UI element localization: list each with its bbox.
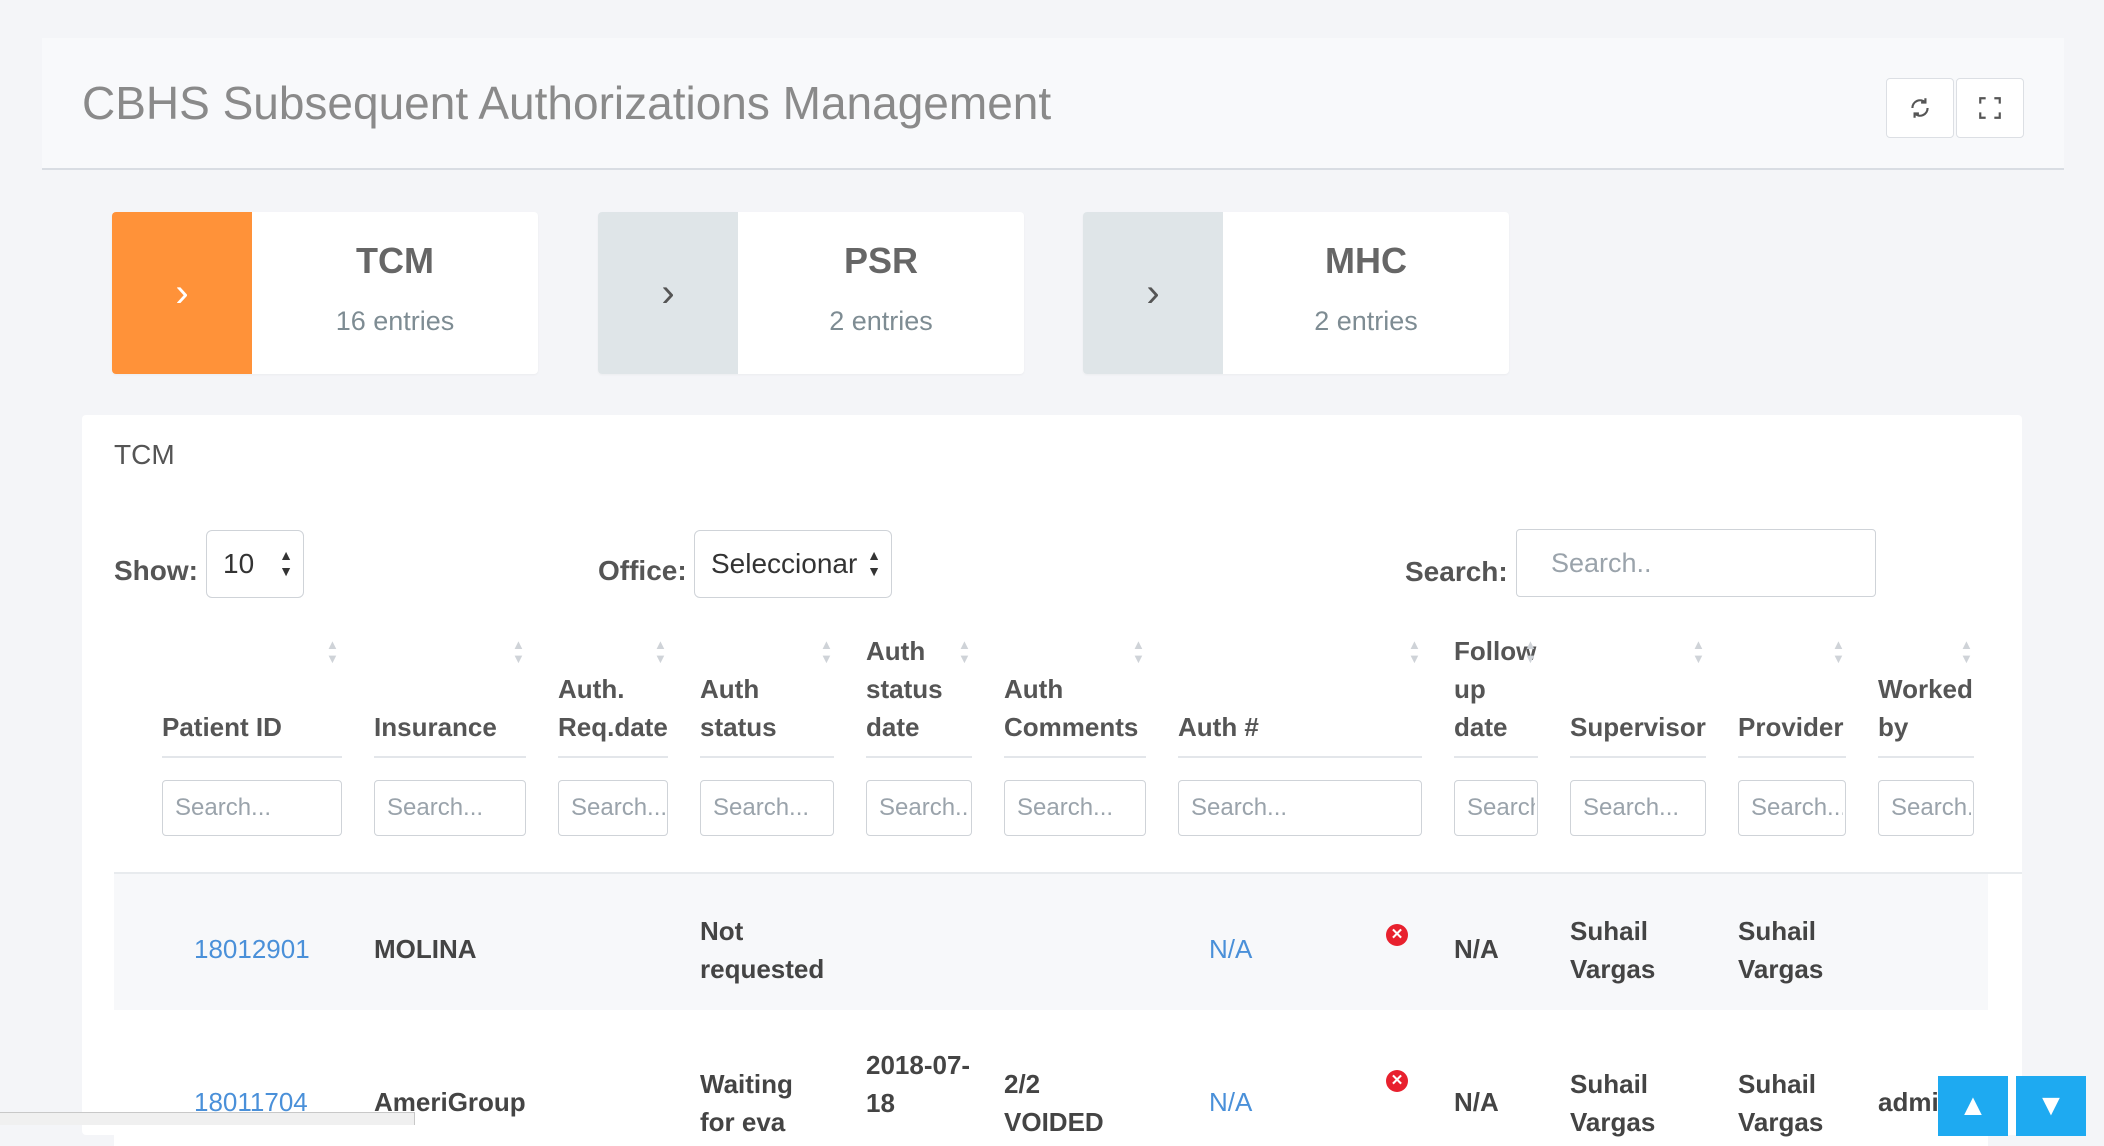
- auth-number-link[interactable]: N/A: [1209, 930, 1252, 968]
- filter-auth-status-date[interactable]: [866, 780, 972, 836]
- chevron-right-icon: ›: [112, 212, 252, 374]
- search-label: Search:: [1405, 556, 1508, 587]
- col-header-insurance[interactable]: Insurance: [374, 632, 526, 758]
- sort-icon: ▲ ▼: [1524, 637, 1537, 666]
- show-label: Show:: [114, 555, 198, 586]
- tile-count: 2 entries: [1314, 306, 1418, 336]
- tile-count: 16 entries: [335, 306, 455, 336]
- refresh-button[interactable]: [1886, 78, 1954, 138]
- page-length-value: 10: [223, 548, 255, 579]
- worked-by-cell: admi: [1878, 1087, 1939, 1117]
- supervisor-cell: Suhail Vargas: [1570, 1069, 1656, 1137]
- auth-status-cell: Not requested: [700, 916, 825, 984]
- chevron-right-icon: ›: [1083, 212, 1223, 374]
- col-header-auth-status-date[interactable]: Auth status date: [866, 632, 972, 758]
- follow-up-cell: N/A: [1454, 934, 1499, 964]
- filter-worked-by[interactable]: [1878, 780, 1974, 836]
- auth-status-date-cell: 2018-07-18: [866, 1050, 971, 1118]
- page-header: CBHS Subsequent Authorizations Managemen…: [42, 38, 2064, 170]
- patient-id-link[interactable]: 18012901: [194, 930, 310, 968]
- col-header-auth-number[interactable]: Auth #: [1178, 632, 1422, 758]
- filter-supervisor[interactable]: [1570, 780, 1706, 836]
- scroll-up-button[interactable]: ▲: [1938, 1076, 2008, 1136]
- office-value: Seleccionar: [711, 548, 858, 579]
- close-icon[interactable]: ✕: [1386, 924, 1408, 946]
- filter-provider[interactable]: [1738, 780, 1846, 836]
- auth-status-cell: Waiting for eva: [700, 1069, 793, 1137]
- col-header-auth-req-date[interactable]: Auth. Req.date: [558, 632, 668, 758]
- provider-cell: Suhail Vargas: [1738, 1069, 1824, 1137]
- fullscreen-button[interactable]: [1956, 78, 2024, 138]
- sort-icon: ▲ ▼: [512, 637, 525, 666]
- chevron-right-icon: ›: [598, 212, 738, 374]
- filter-auth-comments[interactable]: [1004, 780, 1146, 836]
- sort-icon: ▲ ▼: [1960, 637, 1973, 666]
- office-label: Office:: [598, 555, 687, 586]
- provider-cell: Suhail Vargas: [1738, 916, 1824, 984]
- arrow-down-icon: ▼: [2036, 1089, 2066, 1122]
- filter-auth-req-date[interactable]: [558, 780, 668, 836]
- col-header-patient-id[interactable]: Patient ID: [162, 632, 342, 758]
- filter-patient-id[interactable]: [162, 780, 342, 836]
- sort-icon: ▲ ▼: [326, 637, 339, 666]
- sort-icon: ▲ ▼: [1132, 637, 1145, 666]
- supervisor-cell: Suhail Vargas: [1570, 916, 1656, 984]
- fullscreen-icon: [1979, 97, 2001, 119]
- sort-icon: ▲ ▼: [654, 637, 667, 666]
- col-header-supervisor[interactable]: Supervisor: [1570, 632, 1706, 758]
- tile-tcm[interactable]: › TCM 16 entries: [112, 212, 538, 374]
- follow-up-cell: N/A: [1454, 1087, 1499, 1117]
- card-title: TCM: [114, 439, 175, 470]
- sort-icon: ▲ ▼: [958, 637, 971, 666]
- insurance-cell: MOLINA: [374, 934, 477, 964]
- filter-follow-up-date[interactable]: [1454, 780, 1538, 836]
- auth-comments-cell: 2/2 VOIDED: [1004, 1069, 1104, 1137]
- col-header-auth-comments[interactable]: Auth Comments: [1004, 632, 1146, 758]
- search-input[interactable]: [1516, 529, 1876, 597]
- col-header-provider[interactable]: Provider: [1738, 632, 1846, 758]
- office-select[interactable]: Seleccionar ▲ ▼: [694, 530, 892, 598]
- arrow-up-icon: ▲: [1958, 1089, 1988, 1122]
- sort-icon: ▲ ▼: [1692, 637, 1705, 666]
- filter-auth-number[interactable]: [1178, 780, 1422, 836]
- status-bar: [0, 1112, 415, 1125]
- tile-name: TCM: [356, 240, 434, 281]
- tile-name: MHC: [1325, 240, 1407, 281]
- filter-insurance[interactable]: [374, 780, 526, 836]
- page-length-select[interactable]: 10 ▲ ▼: [206, 530, 304, 598]
- auth-number-link[interactable]: N/A: [1209, 1083, 1252, 1121]
- filter-auth-status[interactable]: [700, 780, 834, 836]
- sort-icon: ▲ ▼: [1832, 637, 1845, 666]
- page-title: CBHS Subsequent Authorizations Managemen…: [82, 77, 1052, 129]
- col-header-auth-status[interactable]: Auth status: [700, 632, 834, 758]
- scroll-down-button[interactable]: ▼: [2016, 1076, 2086, 1136]
- tile-name: PSR: [843, 240, 919, 281]
- select-arrows-icon: ▲ ▼: [279, 547, 293, 579]
- sort-icon: ▲ ▼: [1408, 637, 1421, 666]
- tile-mhc[interactable]: › MHC 2 entries: [1083, 212, 1509, 374]
- sort-icon: ▲ ▼: [820, 637, 833, 666]
- tile-psr[interactable]: › PSR 2 entries: [598, 212, 1024, 374]
- refresh-icon: [1911, 98, 1929, 118]
- tile-count: 2 entries: [829, 306, 933, 336]
- close-icon[interactable]: ✕: [1386, 1070, 1408, 1092]
- select-arrows-icon: ▲ ▼: [867, 547, 881, 579]
